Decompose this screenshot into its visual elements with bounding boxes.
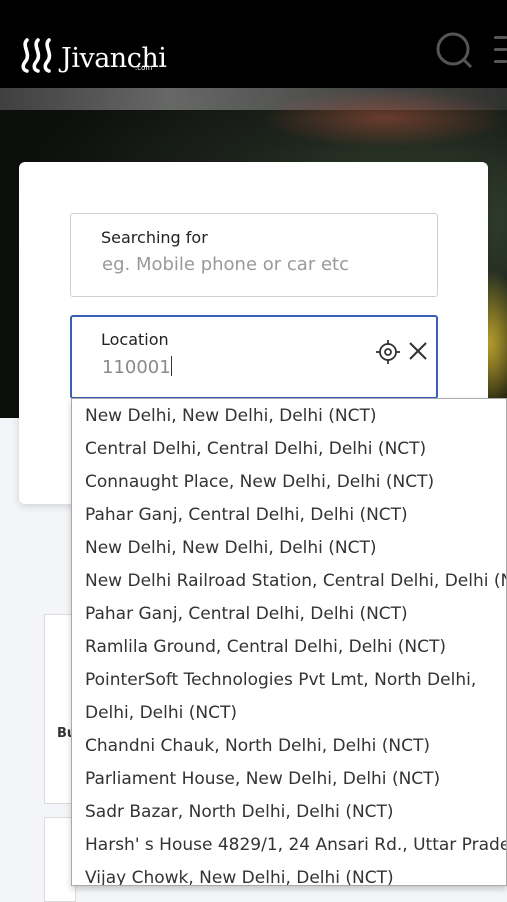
- logo-icon: [21, 38, 52, 73]
- suggestion-item-continued[interactable]: Delhi, Delhi (NCT): [85, 703, 237, 723]
- suggestion-item[interactable]: Chandni Chauk, North Delhi, Delhi (NCT): [85, 736, 430, 756]
- location-label: Location: [101, 330, 169, 349]
- suggestion-item[interactable]: PointerSoft Technologies Pvt Lmt, North …: [85, 670, 476, 690]
- search-placeholder: eg. Mobile phone or car etc: [102, 254, 349, 275]
- suggestion-item[interactable]: Sadr Bazar, North Delhi, Delhi (NCT): [85, 802, 394, 822]
- suggestion-item[interactable]: Ramlila Ground, Central Delhi, Delhi (NC…: [85, 637, 446, 657]
- app-header: Jivanchi .com: [0, 0, 507, 88]
- text-caret: [170, 356, 172, 376]
- suggestion-item[interactable]: Pahar Ganj, Central Delhi, Delhi (NCT): [85, 604, 408, 624]
- suggestion-item[interactable]: Vijay Chowk, New Delhi, Delhi (NCT): [85, 868, 394, 885]
- suggestion-item[interactable]: New Delhi, New Delhi, Delhi (NCT): [85, 406, 377, 426]
- suggestion-item[interactable]: Central Delhi, Central Delhi, Delhi (NCT…: [85, 439, 426, 459]
- clear-icon[interactable]: [408, 341, 428, 361]
- suggestion-item[interactable]: New Delhi, New Delhi, Delhi (NCT): [85, 538, 377, 558]
- suggestion-item[interactable]: Parliament House, New Delhi, Delhi (NCT): [85, 769, 440, 789]
- location-input[interactable]: Location 110001: [70, 315, 438, 399]
- search-icon[interactable]: [434, 30, 474, 70]
- suggestion-item[interactable]: Connaught Place, New Delhi, Delhi (NCT): [85, 472, 434, 492]
- locate-icon[interactable]: [376, 340, 400, 364]
- suggestion-item[interactable]: New Delhi Railroad Station, Central Delh…: [85, 571, 506, 591]
- menu-icon[interactable]: [494, 36, 507, 66]
- suggestion-item[interactable]: Pahar Ganj, Central Delhi, Delhi (NCT): [85, 505, 408, 525]
- location-value[interactable]: 110001: [102, 356, 172, 378]
- brand-domain: .com: [135, 64, 153, 72]
- search-label: Searching for: [101, 228, 208, 247]
- search-input[interactable]: Searching for eg. Mobile phone or car et…: [70, 213, 438, 297]
- suggestion-item[interactable]: Harsh' s House 4829/1, 24 Ansari Rd., Ut…: [85, 835, 506, 855]
- location-suggestions: New Delhi, New Delhi, Delhi (NCT) Centra…: [71, 398, 507, 886]
